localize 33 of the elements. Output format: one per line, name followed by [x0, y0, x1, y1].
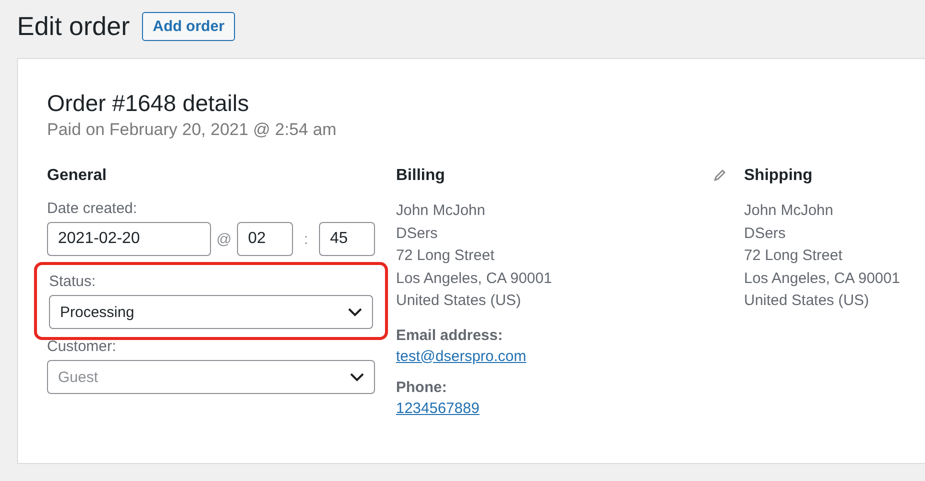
- add-order-button[interactable]: Add order: [142, 12, 236, 40]
- address-line: Los Angeles, CA 90001: [396, 268, 553, 288]
- address-line: DSers: [744, 224, 787, 244]
- section-heading: Shipping: [744, 166, 814, 186]
- chevron-down-icon: [348, 308, 362, 316]
- minute-field[interactable]: 45: [319, 222, 375, 256]
- address-line: 72 Long Street: [396, 246, 496, 266]
- address-line: DSers: [396, 224, 439, 244]
- status-dropdown[interactable]: Processing: [49, 295, 373, 329]
- field-label: Email address:: [396, 326, 504, 344]
- colon-separator: :: [302, 230, 310, 248]
- phone-link[interactable]: 1234567889: [396, 400, 480, 416]
- address-line: United States (US): [396, 291, 522, 311]
- field-label: Status:: [49, 273, 96, 290]
- field-label: Customer:: [47, 338, 116, 355]
- section-heading: Billing: [396, 166, 445, 186]
- address-line: Los Angeles, CA 90001: [744, 268, 900, 288]
- at-sign: @: [215, 230, 233, 248]
- page-title: Edit order: [17, 10, 130, 42]
- address-line: United States (US): [744, 291, 870, 311]
- email-link[interactable]: test@dserspro.com: [396, 348, 526, 364]
- field-label: Date created:: [47, 200, 138, 217]
- address-line: John McJohn: [744, 201, 834, 221]
- address-line: 72 Long Street: [744, 246, 844, 266]
- order-heading: Order #1648 details: [47, 89, 250, 117]
- paid-date: Paid on February 20, 2021 @ 2:54 am: [47, 120, 338, 140]
- address-line: John McJohn: [396, 201, 486, 221]
- hour-field[interactable]: 02: [237, 222, 293, 256]
- pencil-icon[interactable]: [714, 169, 726, 181]
- field-label: Phone:: [396, 378, 448, 396]
- chevron-down-icon: [350, 372, 364, 382]
- date-field[interactable]: 2021-02-20: [47, 222, 211, 256]
- section-heading: General: [47, 166, 108, 186]
